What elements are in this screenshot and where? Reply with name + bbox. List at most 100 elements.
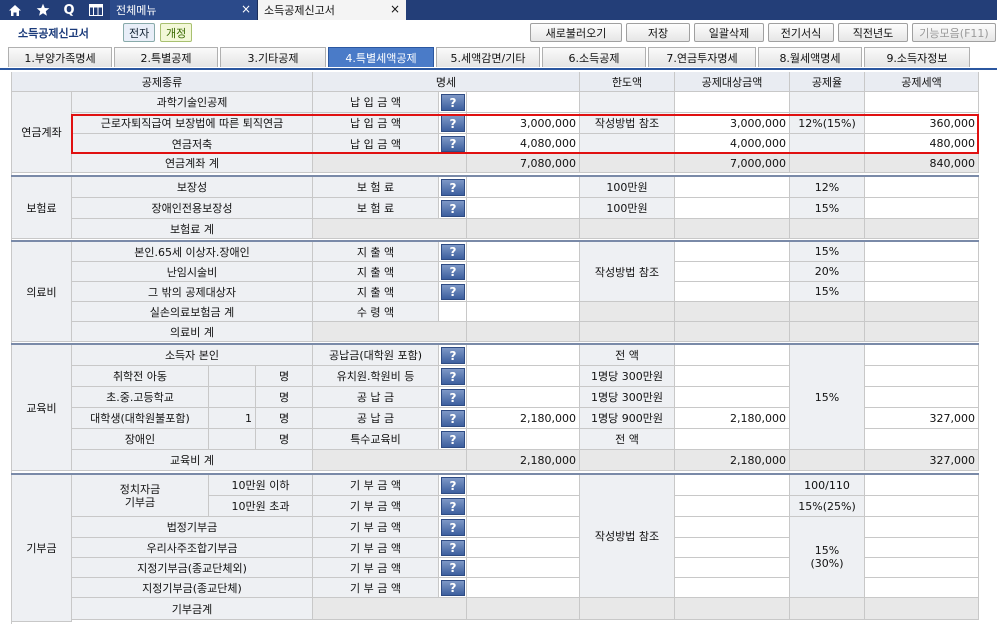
help-button[interactable]: ? (441, 94, 465, 111)
bulk-delete-button[interactable]: 일괄삭제 (694, 23, 764, 42)
star-icon[interactable] (32, 0, 54, 20)
education-total-deduction: 327,000 (865, 450, 979, 471)
donation-amount-input[interactable] (467, 578, 580, 598)
tab-dependents[interactable]: 1.부양가족명세 (8, 47, 112, 67)
help-button[interactable]: ? (441, 580, 465, 596)
education-count[interactable] (209, 429, 256, 450)
help-button[interactable]: ? (441, 347, 465, 364)
medical-amount-input[interactable] (467, 262, 580, 282)
help-button[interactable]: ? (441, 560, 465, 576)
donation-amount-input[interactable] (467, 475, 580, 496)
close-icon[interactable]: × (241, 2, 251, 16)
pension-limit-cell (580, 92, 675, 113)
donation-amount-input[interactable] (467, 517, 580, 538)
menu-grid-icon[interactable] (85, 0, 107, 20)
help-button[interactable]: ? (441, 115, 465, 132)
pension-total-target: 7,000,000 (675, 154, 790, 173)
tab-special-deduction[interactable]: 2.특별공제 (114, 47, 218, 67)
education-count[interactable] (209, 366, 256, 387)
help-cell: ? (439, 345, 467, 366)
pension-total-deduction: 840,000 (865, 154, 979, 173)
donation-amount-input[interactable] (467, 558, 580, 578)
header-detail: 명세 (313, 72, 580, 92)
donation-target-cell (675, 475, 790, 496)
help-button[interactable]: ? (441, 498, 465, 515)
pension-deduction-cell: 480,000 (865, 134, 979, 154)
previous-year-button[interactable]: 직전년도 (838, 23, 908, 42)
education-count[interactable]: 1 (209, 408, 256, 429)
tab-pension-investment[interactable]: 7.연금투자명세 (648, 47, 756, 67)
tab-other-deduction[interactable]: 3.기타공제 (220, 47, 326, 67)
top-bar: Q 전체메뉴 × 소득공제신고서 × (0, 0, 997, 20)
help-button[interactable]: ? (441, 410, 465, 427)
political-sub-label: 10만원 초과 (209, 496, 313, 517)
tab-all-menu[interactable]: 전체메뉴 × (110, 0, 258, 20)
medical-deduction-cell (865, 282, 979, 302)
medical-amount-input[interactable] (467, 282, 580, 302)
medical-amount-input[interactable] (467, 302, 580, 322)
sub-tab-bar: 1.부양가족명세 2.특별공제 3.기타공제 4.특별세액공제 5.세액감면/기… (0, 46, 997, 70)
insurance-deduction-cell (865, 198, 979, 219)
education-amount-input[interactable]: 2,180,000 (467, 408, 580, 429)
tab-earner-info[interactable]: 9.소득자정보 (864, 47, 970, 67)
revision-badge[interactable]: 개정 (160, 23, 193, 42)
save-button[interactable]: 저장 (626, 23, 690, 42)
tab-all-menu-label: 전체메뉴 (116, 4, 157, 17)
tab-special-tax-deduction[interactable]: 4.특별세액공제 (328, 47, 434, 67)
pension-amount-input[interactable]: 3,000,000 (467, 113, 580, 134)
help-button[interactable]: ? (441, 284, 465, 300)
help-button[interactable]: ? (441, 431, 465, 448)
help-cell: ? (439, 177, 467, 198)
help-button[interactable]: ? (441, 200, 465, 217)
insurance-total-rate (790, 219, 865, 239)
donation-deduction-cell (865, 475, 979, 496)
insurance-amount-input[interactable] (467, 177, 580, 198)
pension-total-blank (313, 154, 467, 173)
donation-deduction-cell (865, 578, 979, 598)
help-button[interactable]: ? (441, 244, 465, 260)
help-button[interactable]: ? (441, 477, 465, 494)
insurance-rate: 12% (790, 177, 865, 198)
donation-amount-input[interactable] (467, 538, 580, 558)
help-button[interactable]: ? (441, 540, 465, 556)
donation-total-label: 기부금계 (72, 598, 313, 620)
help-button[interactable]: ? (441, 136, 465, 152)
donation-deduction-cell (865, 517, 979, 538)
education-amount-input[interactable] (467, 429, 580, 450)
insurance-total-target (675, 219, 790, 239)
donation-row-label: 법정기부금 (72, 517, 313, 538)
reload-button[interactable]: 새로불러오기 (530, 23, 622, 42)
tab-monthly-rent[interactable]: 8.월세액명세 (758, 47, 862, 67)
tab-income-deduction[interactable]: 6.소득공제 (542, 47, 646, 67)
help-button[interactable]: ? (441, 368, 465, 385)
education-count[interactable] (209, 387, 256, 408)
education-amount-input[interactable] (467, 387, 580, 408)
help-button[interactable]: ? (441, 389, 465, 406)
previous-form-button[interactable]: 전기서식 (768, 23, 834, 42)
education-amount-input[interactable] (467, 345, 580, 366)
help-button[interactable]: ? (441, 264, 465, 280)
medical-total-limit (580, 322, 675, 342)
help-button[interactable]: ? (441, 519, 465, 536)
donation-item-label: 기 부 금 액 (313, 475, 439, 496)
pension-amount-input[interactable]: 4,080,000 (467, 134, 580, 154)
donation-amount-input[interactable] (467, 496, 580, 517)
function-collection-button[interactable]: 기능모음(F11) (912, 23, 996, 42)
close-icon[interactable]: × (390, 2, 400, 16)
electronic-badge[interactable]: 전자 (123, 23, 156, 42)
education-amount-input[interactable] (467, 366, 580, 387)
tab-tax-reduction-other[interactable]: 5.세액감면/기타 (436, 47, 540, 67)
header-deduction: 공제세액 (865, 72, 979, 92)
medical-amount-input[interactable] (467, 242, 580, 262)
medical-total-label: 의료비 계 (72, 322, 313, 342)
search-icon[interactable]: Q (58, 0, 80, 20)
home-icon[interactable] (4, 0, 26, 20)
tab-income-deduction-label: 소득공제신고서 (264, 4, 335, 17)
medical-target-cell (675, 242, 790, 262)
insurance-amount-input[interactable] (467, 198, 580, 219)
pension-amount-input[interactable] (467, 92, 580, 113)
tab-income-deduction-form[interactable]: 소득공제신고서 × (258, 0, 406, 20)
donation-total-limit (580, 598, 675, 620)
donation-rate: 15%(25%) (790, 496, 865, 517)
help-button[interactable]: ? (441, 179, 465, 196)
